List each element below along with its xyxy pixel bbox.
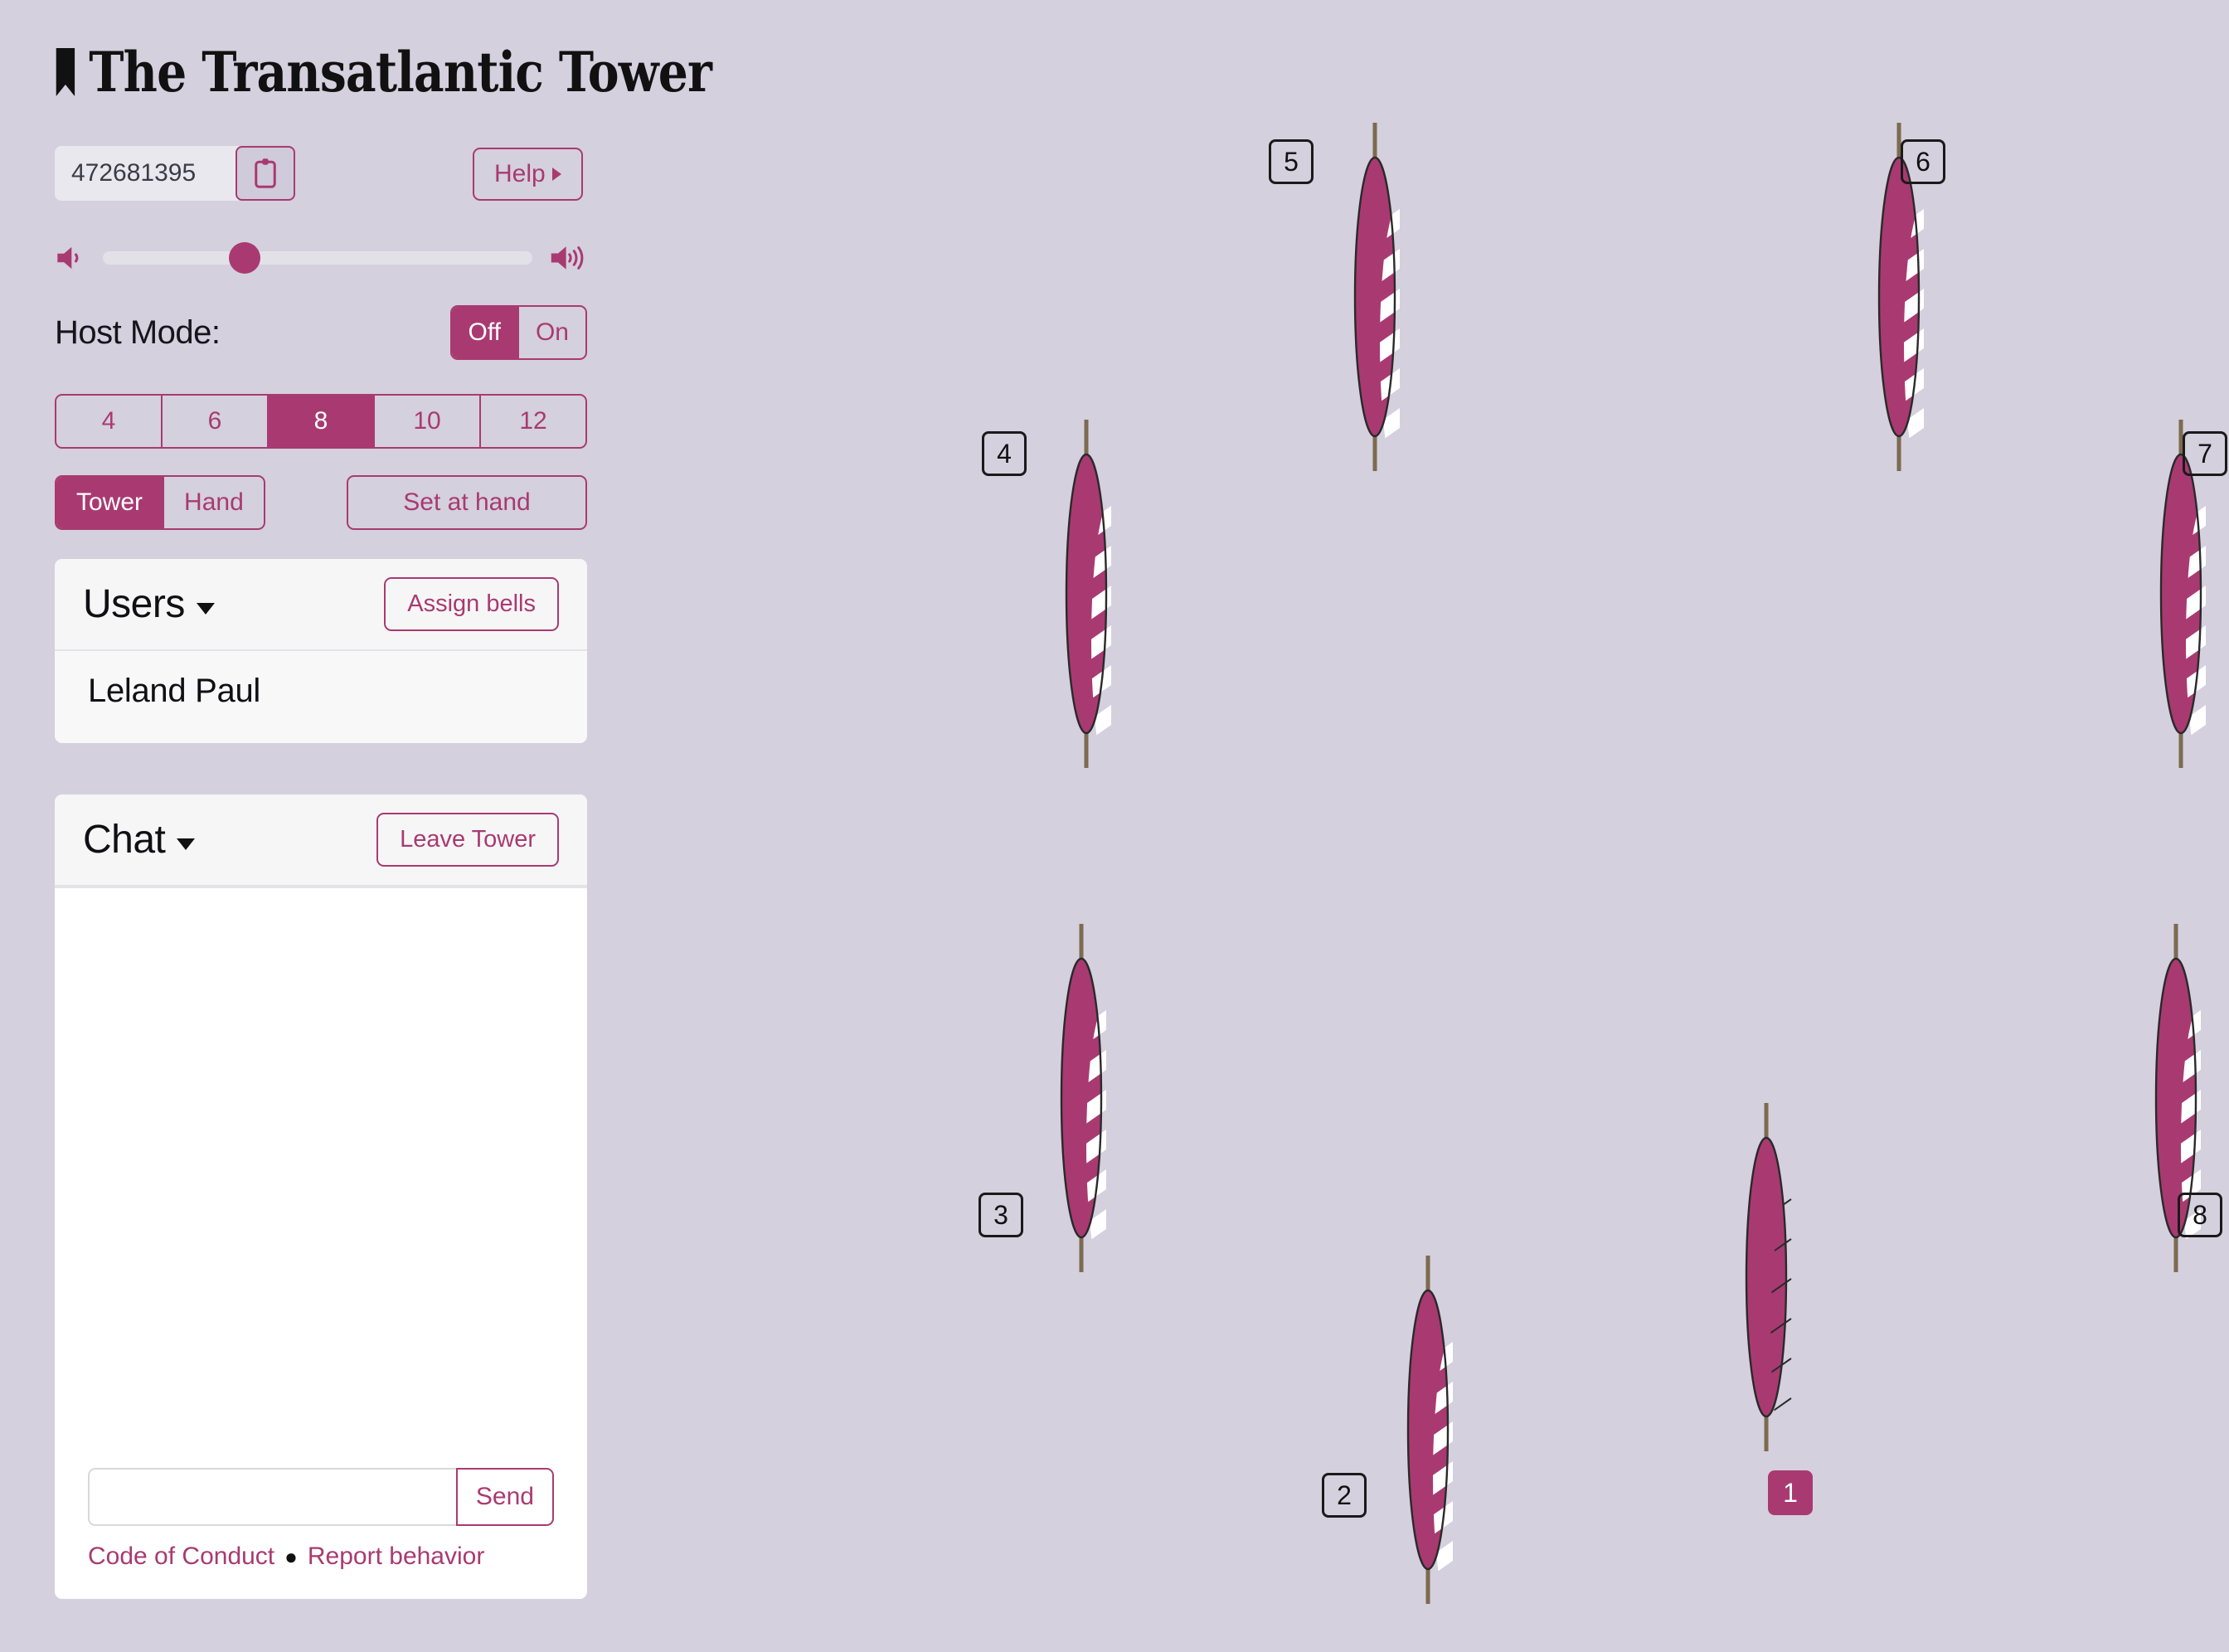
bell-rope-5[interactable] bbox=[1325, 123, 1425, 471]
control-sidebar: The Transatlantic Tower Help bbox=[0, 0, 712, 1652]
bell-count-12-button[interactable]: 12 bbox=[481, 396, 585, 447]
bookmark-icon bbox=[56, 48, 75, 96]
copy-room-code-button[interactable] bbox=[236, 146, 295, 201]
bell-rope-1[interactable] bbox=[1717, 1103, 1816, 1451]
bell-rope-2[interactable] bbox=[1378, 1256, 1478, 1604]
bell-number-badge-5[interactable]: 5 bbox=[1269, 139, 1314, 184]
volume-slider[interactable] bbox=[103, 242, 532, 274]
bell-count-4-button[interactable]: 4 bbox=[56, 396, 163, 447]
chat-input-row: Send bbox=[88, 1468, 554, 1526]
stage-row: Tower Hand Set at hand bbox=[55, 475, 587, 530]
page-title-text: The Transatlantic Tower bbox=[89, 40, 712, 104]
list-item[interactable]: Leland Paul bbox=[55, 651, 587, 743]
volume-slider-thumb[interactable] bbox=[228, 242, 260, 274]
host-mode-on-button[interactable]: On bbox=[519, 307, 585, 358]
host-mode-toggle: Off On bbox=[449, 305, 587, 360]
assign-bells-button[interactable]: Assign bells bbox=[384, 577, 559, 631]
tower-hand-toggle: Tower Hand bbox=[55, 475, 265, 530]
stage-hand-button[interactable]: Hand bbox=[164, 477, 264, 528]
host-mode-label: Host Mode: bbox=[55, 313, 221, 351]
chat-panel: Chat Leave Tower Send Code of Conduct ● … bbox=[55, 794, 587, 1599]
room-code-input[interactable] bbox=[55, 146, 239, 201]
page-title: The Transatlantic Tower bbox=[55, 40, 712, 104]
volume-high-icon bbox=[551, 246, 584, 270]
users-panel-title-text: Users bbox=[83, 582, 185, 626]
bell-number-badge-3[interactable]: 3 bbox=[979, 1193, 1023, 1237]
users-panel-header: Users Assign bells bbox=[55, 559, 587, 651]
chat-message-list bbox=[55, 887, 587, 1451]
host-mode-off-button[interactable]: Off bbox=[451, 307, 519, 358]
host-mode-row: Host Mode: Off On bbox=[55, 305, 587, 360]
users-panel-title[interactable]: Users bbox=[83, 581, 215, 627]
bell-number-badge-6[interactable]: 6 bbox=[1901, 139, 1945, 184]
bell-rope-4[interactable] bbox=[1037, 420, 1136, 768]
chevron-right-icon bbox=[551, 168, 561, 181]
users-panel: Users Assign bells Leland Paul bbox=[55, 559, 587, 743]
bell-number-badge-4[interactable]: 4 bbox=[982, 431, 1027, 476]
chat-panel-title[interactable]: Chat bbox=[83, 817, 196, 862]
room-code-row bbox=[55, 146, 295, 201]
chat-footer: Send Code of Conduct ● Report behavior bbox=[55, 1451, 587, 1599]
volume-low-icon bbox=[57, 246, 79, 270]
report-behavior-link[interactable]: Report behavior bbox=[308, 1543, 484, 1571]
bell-count-8-button[interactable]: 8 bbox=[269, 396, 375, 447]
chat-input[interactable] bbox=[88, 1468, 456, 1526]
bell-rope-3[interactable] bbox=[1032, 924, 1131, 1272]
bell-count-selector: 4 6 8 10 12 bbox=[55, 394, 587, 449]
chat-panel-title-text: Chat bbox=[83, 818, 166, 862]
bell-number-badge-1[interactable]: 1 bbox=[1768, 1470, 1813, 1515]
bell-count-10-button[interactable]: 10 bbox=[375, 396, 481, 447]
clipboard-icon bbox=[255, 158, 276, 188]
users-list: Leland Paul bbox=[55, 651, 587, 743]
bell-number-badge-7[interactable]: 7 bbox=[2183, 431, 2227, 476]
ringing-room: 1 2 3 4 5 6 7 8 bbox=[630, 0, 2229, 1652]
volume-control bbox=[55, 239, 585, 277]
stage-tower-button[interactable]: Tower bbox=[56, 477, 165, 528]
send-message-button[interactable]: Send bbox=[455, 1468, 554, 1526]
help-button[interactable]: Help bbox=[473, 148, 583, 201]
links-separator: ● bbox=[284, 1543, 298, 1569]
bell-number-badge-2[interactable]: 2 bbox=[1322, 1473, 1367, 1518]
bell-count-6-button[interactable]: 6 bbox=[163, 396, 269, 447]
help-button-label: Help bbox=[494, 160, 546, 187]
chevron-down-icon[interactable] bbox=[177, 838, 196, 850]
code-of-conduct-link[interactable]: Code of Conduct bbox=[88, 1543, 274, 1571]
chevron-down-icon[interactable] bbox=[196, 602, 215, 615]
chat-footer-links: Code of Conduct ● Report behavior bbox=[88, 1543, 554, 1571]
leave-tower-button[interactable]: Leave Tower bbox=[376, 813, 559, 867]
set-at-hand-button[interactable]: Set at hand bbox=[347, 475, 587, 530]
bell-number-badge-8[interactable]: 8 bbox=[2178, 1193, 2222, 1237]
chat-panel-header: Chat Leave Tower bbox=[55, 794, 587, 887]
